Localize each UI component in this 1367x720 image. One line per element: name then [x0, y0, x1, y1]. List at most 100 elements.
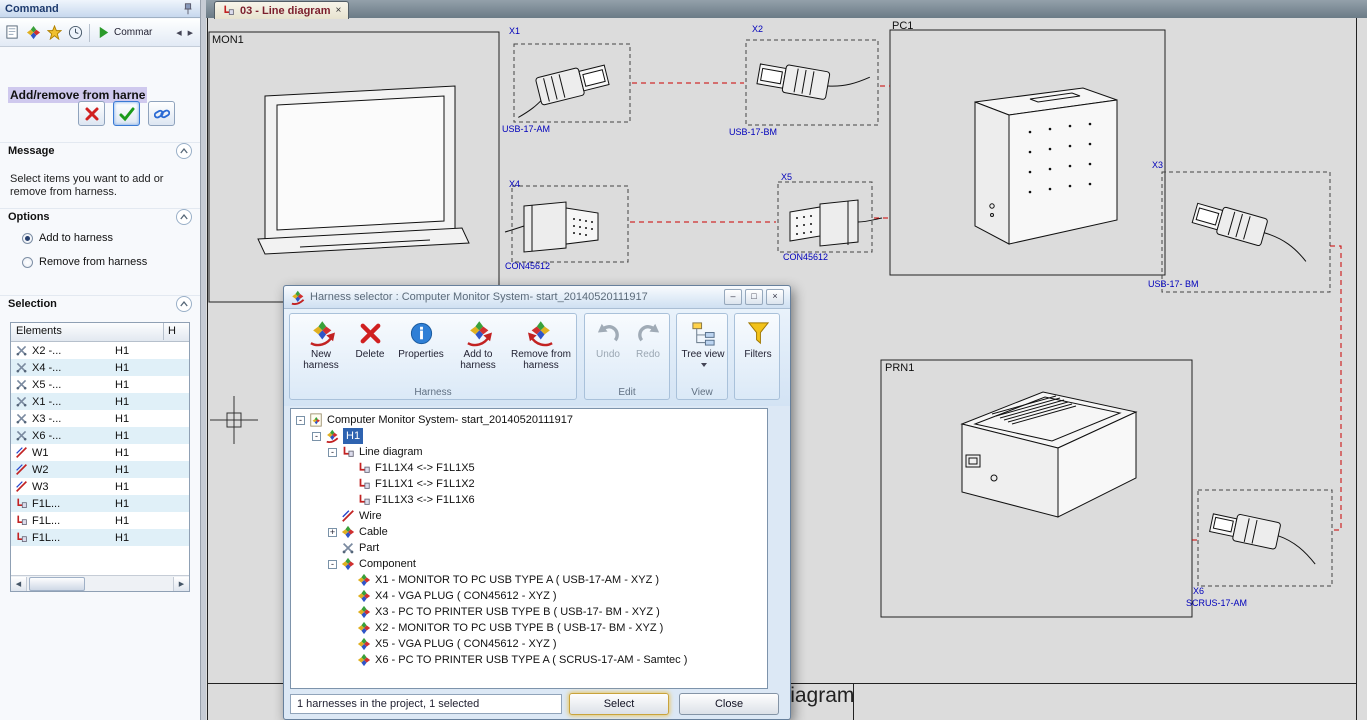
component-tag-x3[interactable]: X3 — [1152, 160, 1163, 170]
close-button[interactable]: Close — [679, 693, 779, 715]
tree-item-part[interactable]: Part — [291, 540, 767, 556]
radio-add-to-harness[interactable]: Add to harness — [22, 232, 113, 244]
tab-line-diagram[interactable]: 03 - Line diagram × — [214, 1, 349, 19]
table-row[interactable]: X2 -...H1 — [11, 342, 189, 359]
tree-item-x2[interactable]: X2 - MONITOR TO PC USB TYPE B ( USB-17- … — [291, 620, 767, 636]
tree-item-component[interactable]: -Component — [291, 556, 767, 572]
tree-item-x6[interactable]: X6 - PC TO PRINTER USB TYPE A ( SCRUS-17… — [291, 652, 767, 668]
select-button[interactable]: Select — [569, 693, 669, 715]
add-to-harness-button[interactable]: Add to harness — [450, 318, 506, 371]
remove-from-harness-button[interactable]: Remove from harness — [508, 318, 574, 371]
link-button[interactable] — [148, 101, 175, 126]
table-row[interactable]: F1L...H1 — [11, 512, 189, 529]
row-harness: H1 — [115, 362, 129, 374]
table-row[interactable]: W1H1 — [11, 444, 189, 461]
collapse-chevron-icon[interactable] — [176, 209, 192, 225]
table-row[interactable]: X3 -...H1 — [11, 410, 189, 427]
table-row[interactable]: F1L...H1 — [11, 495, 189, 512]
maximize-icon[interactable]: □ — [745, 289, 763, 305]
tree-item-x4[interactable]: X4 - VGA PLUG ( CON45612 - XYZ ) — [291, 588, 767, 604]
scroll-left-icon[interactable]: ◀ — [176, 30, 183, 37]
component-part-x2[interactable]: USB-17-BM — [729, 127, 777, 137]
tree-item-x5[interactable]: X5 - VGA PLUG ( CON45612 - XYZ ) — [291, 636, 767, 652]
linediagram-icon — [15, 531, 28, 544]
component-part-x6[interactable]: SCRUS-17-AM — [1186, 598, 1247, 608]
tree-item-x3[interactable]: X3 - PC TO PRINTER USB TYPE B ( USB-17- … — [291, 604, 767, 620]
component-tag-x1[interactable]: X1 — [509, 26, 520, 36]
component-tag-x4[interactable]: X4 — [509, 179, 520, 189]
expand-box[interactable]: + — [328, 528, 337, 537]
component-tag-x6[interactable]: X6 — [1193, 586, 1204, 596]
table-row[interactable]: W2H1 — [11, 461, 189, 478]
collapse-box[interactable]: - — [328, 560, 337, 569]
collapse-chevron-icon[interactable] — [176, 296, 192, 312]
tree-item-connection[interactable]: F1L1X3 <-> F1L1X6 — [291, 492, 767, 508]
harness-icon[interactable] — [26, 25, 41, 40]
undo-button[interactable]: Undo — [589, 318, 627, 360]
group-label-edit: Edit — [585, 387, 669, 398]
close-icon[interactable]: × — [766, 289, 784, 305]
tree-item-h1[interactable]: -H1 — [291, 428, 767, 444]
favorites-icon[interactable] — [47, 25, 62, 40]
table-row[interactable]: X1 -...H1 — [11, 393, 189, 410]
dialog-titlebar[interactable]: Harness selector : Computer Monitor Syst… — [284, 286, 790, 309]
tab-close-icon[interactable]: × — [335, 6, 341, 16]
radio-unselected-icon[interactable] — [22, 257, 33, 268]
minimize-icon[interactable]: – — [724, 289, 742, 305]
component-part-x4[interactable]: CON45612 — [505, 261, 550, 271]
tree-item-project[interactable]: -Computer Monitor System- start_20140520… — [291, 412, 767, 428]
panel-heading: Add/remove from harne — [8, 88, 147, 102]
component-part-x3[interactable]: USB-17- BM — [1148, 279, 1199, 289]
column-header-elements[interactable]: Elements — [16, 325, 62, 337]
new-harness-button[interactable]: New harness — [296, 318, 346, 371]
component-part-x5[interactable]: CON45612 — [783, 252, 828, 262]
device-label-pc1[interactable]: PC1 — [892, 20, 913, 32]
component-part-x1[interactable]: USB-17-AM — [502, 124, 550, 134]
collapse-box[interactable]: - — [312, 432, 321, 441]
component-tag-x5[interactable]: X5 — [781, 172, 792, 182]
table-row[interactable]: X5 -...H1 — [11, 376, 189, 393]
column-header-h[interactable]: H — [168, 325, 176, 337]
tree-item-cable[interactable]: +Cable — [291, 524, 767, 540]
device-label-prn1[interactable]: PRN1 — [885, 362, 914, 374]
history-icon[interactable] — [68, 25, 83, 40]
toolbar-scroll-arrows[interactable]: ◀ ▶ — [176, 29, 195, 37]
cancel-button[interactable] — [78, 101, 105, 126]
horizontal-scrollbar[interactable]: ◀ ▶ — [11, 575, 189, 591]
collapse-box[interactable]: - — [296, 416, 305, 425]
tree-item-line-diagram[interactable]: -Line diagram — [291, 444, 767, 460]
selection-table-header[interactable]: Elements H — [11, 323, 189, 342]
row-label: W2 — [32, 464, 110, 476]
collapse-chevron-icon[interactable] — [176, 143, 192, 159]
device-label-mon1[interactable]: MON1 — [212, 34, 244, 46]
table-row[interactable]: X6 -...H1 — [11, 427, 189, 444]
tree-item-connection[interactable]: F1L1X4 <-> F1L1X5 — [291, 460, 767, 476]
redo-button[interactable]: Redo — [629, 318, 667, 360]
table-row[interactable]: W3H1 — [11, 478, 189, 495]
filters-button[interactable]: Filters — [738, 318, 778, 360]
delete-button[interactable]: Delete — [348, 318, 392, 360]
component-tag-x2[interactable]: X2 — [752, 24, 763, 34]
table-row[interactable]: X4 -...H1 — [11, 359, 189, 376]
tree-item-connection[interactable]: F1L1X1 <-> F1L1X2 — [291, 476, 767, 492]
ok-button[interactable] — [113, 101, 140, 126]
scroll-right-icon[interactable]: ▶ — [173, 577, 189, 591]
row-harness: H1 — [115, 481, 129, 493]
component-icon — [357, 589, 371, 603]
scroll-left-icon[interactable]: ◀ — [11, 577, 27, 591]
scrollbar-thumb[interactable] — [29, 577, 85, 591]
command-tab[interactable]: Commar — [96, 25, 152, 40]
tree-item-wire[interactable]: Wire — [291, 508, 767, 524]
new-document-icon[interactable] — [5, 25, 20, 40]
tree-view-button[interactable]: Tree view — [680, 318, 726, 371]
collapse-box[interactable]: - — [328, 448, 337, 457]
table-row[interactable]: F1L...H1 — [11, 529, 189, 546]
properties-button[interactable]: Properties — [394, 318, 448, 360]
radio-remove-from-harness[interactable]: Remove from harness — [22, 256, 147, 268]
tree-item-x1[interactable]: X1 - MONITOR TO PC USB TYPE A ( USB-17-A… — [291, 572, 767, 588]
pin-icon[interactable] — [181, 2, 195, 16]
panel-splitter[interactable] — [201, 0, 206, 720]
scroll-right-icon[interactable]: ▶ — [188, 30, 195, 37]
radio-selected-icon[interactable] — [22, 233, 33, 244]
column-divider[interactable] — [163, 323, 164, 340]
